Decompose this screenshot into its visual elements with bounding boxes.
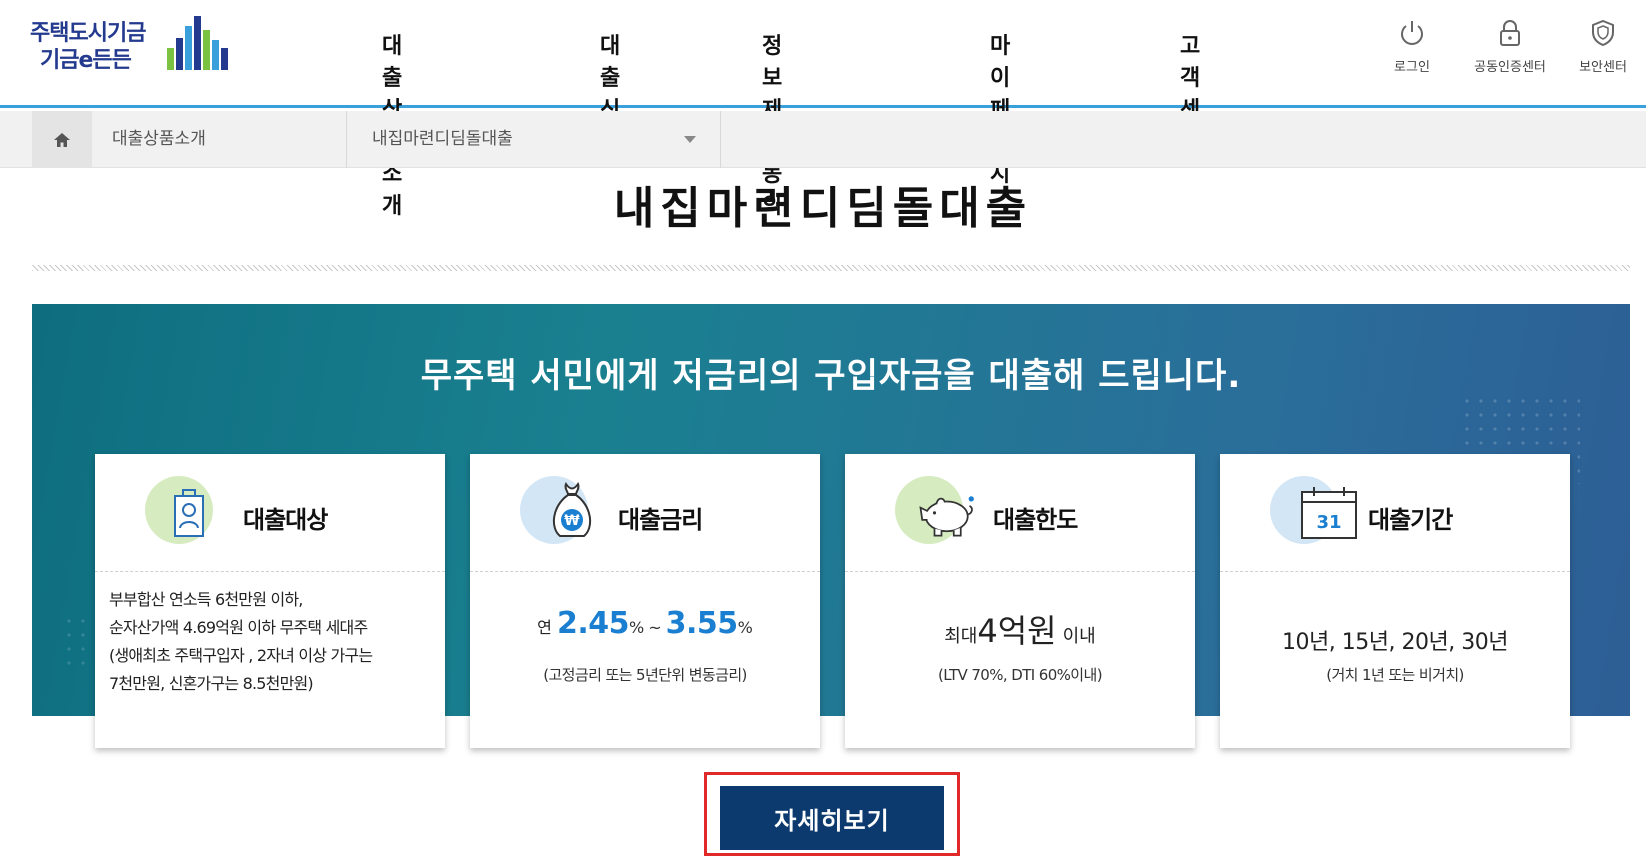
shield-icon (1592, 19, 1614, 47)
detail-button[interactable]: 자세히보기 (720, 786, 944, 850)
power-icon (1401, 21, 1423, 45)
piggy-bank-icon (919, 496, 974, 537)
card-title: 대출금리 (618, 506, 703, 534)
loan-target-line: 순자산가액 4.69억원 이하 무주택 세대주 (109, 618, 368, 637)
breadcrumb: 대출상품소개 내집마련디딤돌대출 (0, 111, 1646, 168)
rate-range: 연 2.45% ~3.55% (470, 606, 820, 641)
rate-unit: % (737, 618, 753, 637)
rate-note: (고정금리 또는 5년단위 변동금리) (543, 666, 747, 684)
login-link[interactable]: 로그인 (1367, 18, 1457, 75)
chevron-down-icon (684, 136, 696, 143)
breadcrumb-level2-label: 내집마련디딤돌대출 (372, 129, 513, 149)
logo-mark-icon (167, 16, 229, 76)
card-body: 10년, 15년, 20년, 30년 (거치 1년 또는 비거치) (1220, 572, 1570, 748)
id-badge-icon (174, 489, 204, 537)
card-loan-rate: ₩ 대출금리 연 2.45% ~3.55% (고정금리 또는 5년단위 변동금리) (470, 454, 820, 748)
loan-target-description: 부부합산 연소득 6천만원 이하, 순자산가액 4.69억원 이하 무주택 세대… (109, 586, 439, 698)
card-header: 대출한도 (845, 454, 1195, 572)
security-center-label: 보안센터 (1579, 60, 1627, 75)
card-header: 31 대출기간 (1220, 454, 1570, 572)
title-divider (32, 265, 1630, 271)
card-loan-period: 31 대출기간 10년, 15년, 20년, 30년 (거치 1년 또는 비거치… (1220, 454, 1570, 748)
certificate-center-link[interactable]: 공동인증센터 (1465, 18, 1555, 75)
loan-limit: 최대4억원 이내 (845, 606, 1195, 652)
logo-line2: 기금e든든 (40, 48, 132, 73)
lock-icon (1500, 20, 1520, 46)
loan-target-line: (생애최초 주택구입자 , 2자녀 이상 가구는 (109, 646, 373, 665)
card-body: 최대4억원 이내 (LTV 70%, DTI 60%이내) (845, 572, 1195, 748)
limit-note: (LTV 70%, DTI 60%이내) (938, 666, 1103, 684)
logo-line1: 주택도시기금 (30, 21, 146, 46)
home-icon (54, 132, 70, 147)
security-center-link[interactable]: 보안센터 (1558, 18, 1646, 75)
rate-prefix: 연 (537, 618, 552, 637)
rate-tilde: ~ (648, 618, 662, 637)
site-header: 주택도시기금 기금e든든 대출상품소개 대출신청 정보제공동의 마이페이지 고객… (0, 0, 1646, 219)
breadcrumb-level2-select[interactable]: 내집마련디딤돌대출 (347, 111, 721, 168)
loan-target-line: 7천만원, 신혼가구는 8.5천만원) (109, 674, 314, 693)
money-bag-icon: ₩ (552, 482, 592, 537)
rate-unit: % (629, 618, 645, 637)
banner-headline: 무주택 서민에게 저금리의 구입자금을 대출해 드립니다. (420, 356, 1242, 396)
card-loan-target: 대출대상 부부합산 연소득 6천만원 이하, 순자산가액 4.69억원 이하 무… (95, 454, 445, 748)
rate-max: 3.55 (665, 606, 739, 641)
calendar-day: 31 (1316, 512, 1341, 533)
limit-suffix: 이내 (1062, 626, 1096, 647)
loan-target-line: 부부합산 연소득 6천만원 이하, (109, 590, 303, 609)
card-title: 대출기간 (1368, 506, 1453, 534)
login-label: 로그인 (1394, 60, 1430, 75)
loan-periods: 10년, 15년, 20년, 30년 (1282, 630, 1508, 655)
card-header: 대출대상 (95, 454, 445, 572)
card-title: 대출대상 (243, 506, 328, 534)
card-header: ₩ 대출금리 (470, 454, 820, 572)
logo-text: 주택도시기금 기금e든든 (30, 20, 146, 74)
card-title: 대출한도 (993, 506, 1078, 534)
rate-min: 2.45 (556, 606, 630, 641)
page-title: 내집마련디딤돌대출 (613, 183, 1033, 234)
limit-prefix: 최대 (944, 626, 978, 647)
calendar-icon: 31 (1301, 487, 1357, 539)
limit-amount: 4억원 (977, 612, 1057, 650)
breadcrumb-level1[interactable]: 대출상품소개 (92, 111, 347, 168)
card-body: 부부합산 연소득 6천만원 이하, 순자산가액 4.69억원 이하 무주택 세대… (95, 572, 445, 748)
svg-text:₩: ₩ (564, 513, 580, 529)
period-note: (거치 1년 또는 비거치) (1326, 666, 1464, 684)
card-loan-limit: 대출한도 최대4억원 이내 (LTV 70%, DTI 60%이내) (845, 454, 1195, 748)
certificate-center-label: 공동인증센터 (1474, 60, 1546, 75)
site-logo[interactable]: 주택도시기금 기금e든든 (30, 16, 230, 80)
card-body: 연 2.45% ~3.55% (고정금리 또는 5년단위 변동금리) (470, 572, 820, 748)
breadcrumb-home[interactable] (32, 111, 92, 168)
